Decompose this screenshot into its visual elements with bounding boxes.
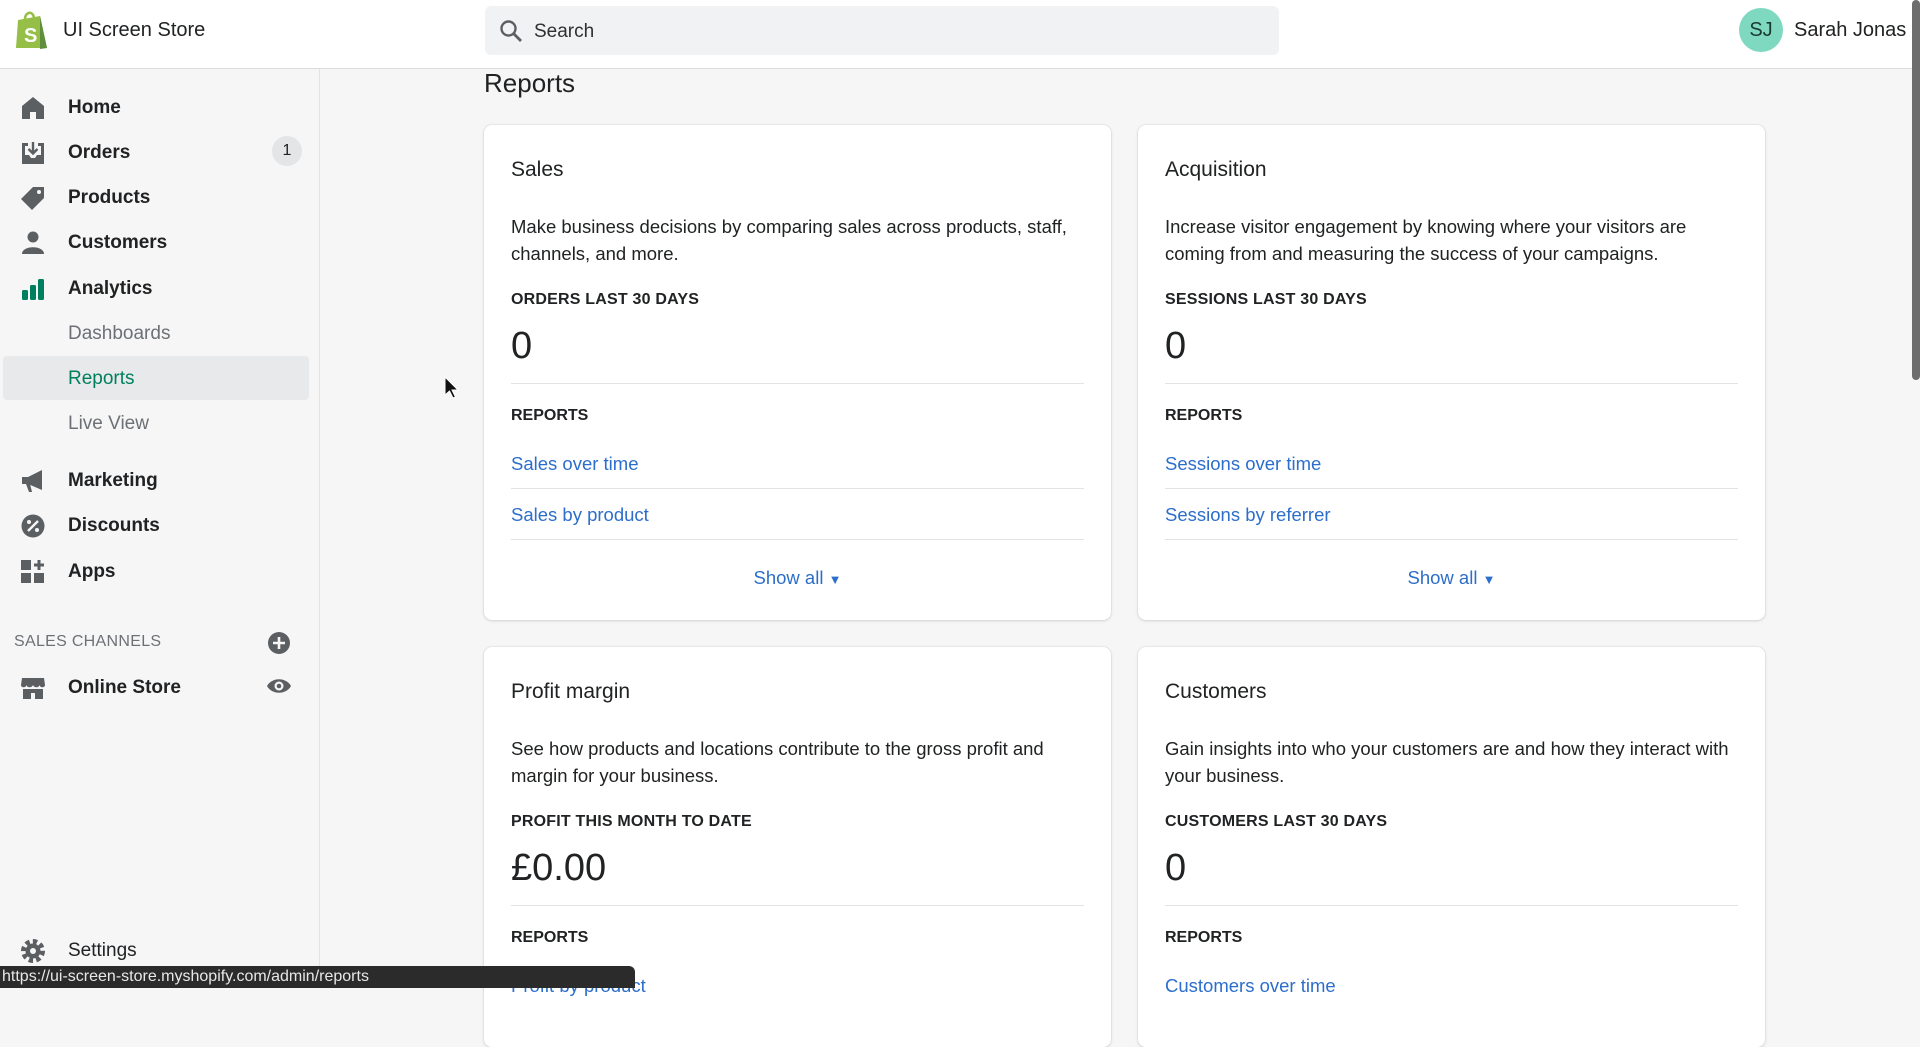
store-name[interactable]: UI Screen Store [63,19,205,42]
sidebar-item-label: Settings [68,940,137,961]
sidebar-item-label: Dashboards [68,323,171,344]
show-all-label: Show all [1407,567,1478,588]
sidebar-item-label: Marketing [68,470,158,491]
metric-value: £0.00 [511,847,607,889]
reports-label: REPORTS [1165,407,1243,424]
sidebar-item-home[interactable]: Home [0,85,320,129]
add-sales-channel-icon[interactable] [267,631,291,655]
metric-label: SESSIONS LAST 30 DAYS [1165,291,1367,308]
sidebar-item-label: Discounts [68,515,160,536]
divider [1165,905,1738,906]
metric-value: 0 [511,325,533,367]
sidebar-item-label: Orders [68,142,131,163]
eye-icon[interactable] [266,675,292,697]
sidebar-item-discounts[interactable]: Discounts [0,503,320,547]
metric-label: CUSTOMERS LAST 30 DAYS [1165,813,1388,830]
top-bar: S UI Screen Store Search SJ Sarah Jonas [0,0,1920,69]
search-placeholder: Search [534,21,595,42]
divider [1165,539,1738,540]
sidebar-item-label: Products [68,187,151,208]
report-link[interactable]: Customers over time [1165,975,1336,997]
reports-label: REPORTS [511,407,589,424]
report-link[interactable]: Sessions by referrer [1165,504,1331,526]
sidebar-subitem-live-view[interactable]: Live View [3,401,309,445]
acquisition-card: Acquisition Increase visitor engagement … [1138,125,1765,620]
mouse-cursor-icon [444,376,460,399]
orders-count-badge: 1 [272,136,302,166]
sidebar-item-products[interactable]: Products [0,175,320,219]
show-all-label: Show all [753,567,824,588]
sidebar-item-label: Live View [68,413,149,434]
sidebar-item-apps[interactable]: Apps [0,549,320,593]
reports-label: REPORTS [511,929,589,946]
divider [1165,383,1738,384]
sidebar-item-analytics[interactable]: Analytics [0,266,320,310]
card-description: Increase visitor engagement by knowing w… [1165,216,1687,264]
sidebar-item-label: Online Store [68,677,181,698]
metric-value: 0 [1165,847,1187,889]
svg-text:S: S [24,25,37,47]
caret-down-icon: ▼ [1482,572,1496,587]
report-link[interactable]: Sales by product [511,504,649,526]
caret-down-icon: ▼ [828,572,842,587]
megaphone-icon [22,470,42,492]
discount-icon [21,514,45,538]
divider [511,539,1084,540]
sidebar-item-marketing[interactable]: Marketing [0,458,320,502]
sidebar-item-label: Reports [68,368,135,389]
card-description: Make business decisions by comparing sal… [511,216,1067,264]
divider [511,383,1084,384]
reports-label: REPORTS [1165,929,1243,946]
apps-icon [21,560,44,583]
show-all-button[interactable]: Show all ▼ [484,567,1111,589]
sidebar-item-label: Customers [68,232,168,253]
link-status-bar: https://ui-screen-store.myshopify.com/ad… [0,966,635,988]
report-link[interactable]: Sessions over time [1165,453,1321,475]
bar-chart-icon [22,279,44,300]
search-icon [500,20,522,42]
card-description: See how products and locations contribut… [511,738,1044,786]
sidebar-subitem-reports[interactable]: Reports [3,356,309,400]
sidebar-item-label: Home [68,97,121,118]
card-title: Sales [511,158,564,181]
show-all-button[interactable]: Show all ▼ [1138,567,1765,589]
customers-card: Customers Gain insights into who your cu… [1138,647,1765,1047]
metric-label: PROFIT THIS MONTH TO DATE [511,813,752,830]
user-name[interactable]: Sarah Jonas [1794,19,1906,42]
sales-card: Sales Make business decisions by compari… [484,125,1111,620]
home-icon [22,97,44,119]
orders-icon [22,142,44,164]
divider [1165,488,1738,489]
metric-label: ORDERS LAST 30 DAYS [511,291,700,308]
card-description: Gain insights into who your customers ar… [1165,738,1729,786]
tag-icon [21,187,44,210]
store-icon [21,678,45,699]
page-title: Reports [484,68,576,98]
sidebar-subitem-dashboards[interactable]: Dashboards [3,311,309,355]
card-title: Acquisition [1165,158,1267,181]
card-title: Profit margin [511,680,631,703]
metric-value: 0 [1165,325,1187,367]
divider [511,905,1084,906]
sidebar-item-label: Analytics [68,278,153,299]
gear-icon [21,939,45,963]
scrollbar[interactable] [1912,0,1920,380]
divider [511,488,1084,489]
person-icon [22,231,44,254]
avatar[interactable]: SJ [1739,8,1783,52]
card-title: Customers [1165,680,1267,703]
search-input[interactable]: Search [485,6,1279,55]
sidebar-item-label: Apps [68,561,116,582]
report-link[interactable]: Sales over time [511,453,639,475]
shopify-logo-icon[interactable]: S [14,10,50,55]
sidebar-item-customers[interactable]: Customers [0,220,320,264]
sales-channels-heading: SALES CHANNELS [14,633,162,650]
